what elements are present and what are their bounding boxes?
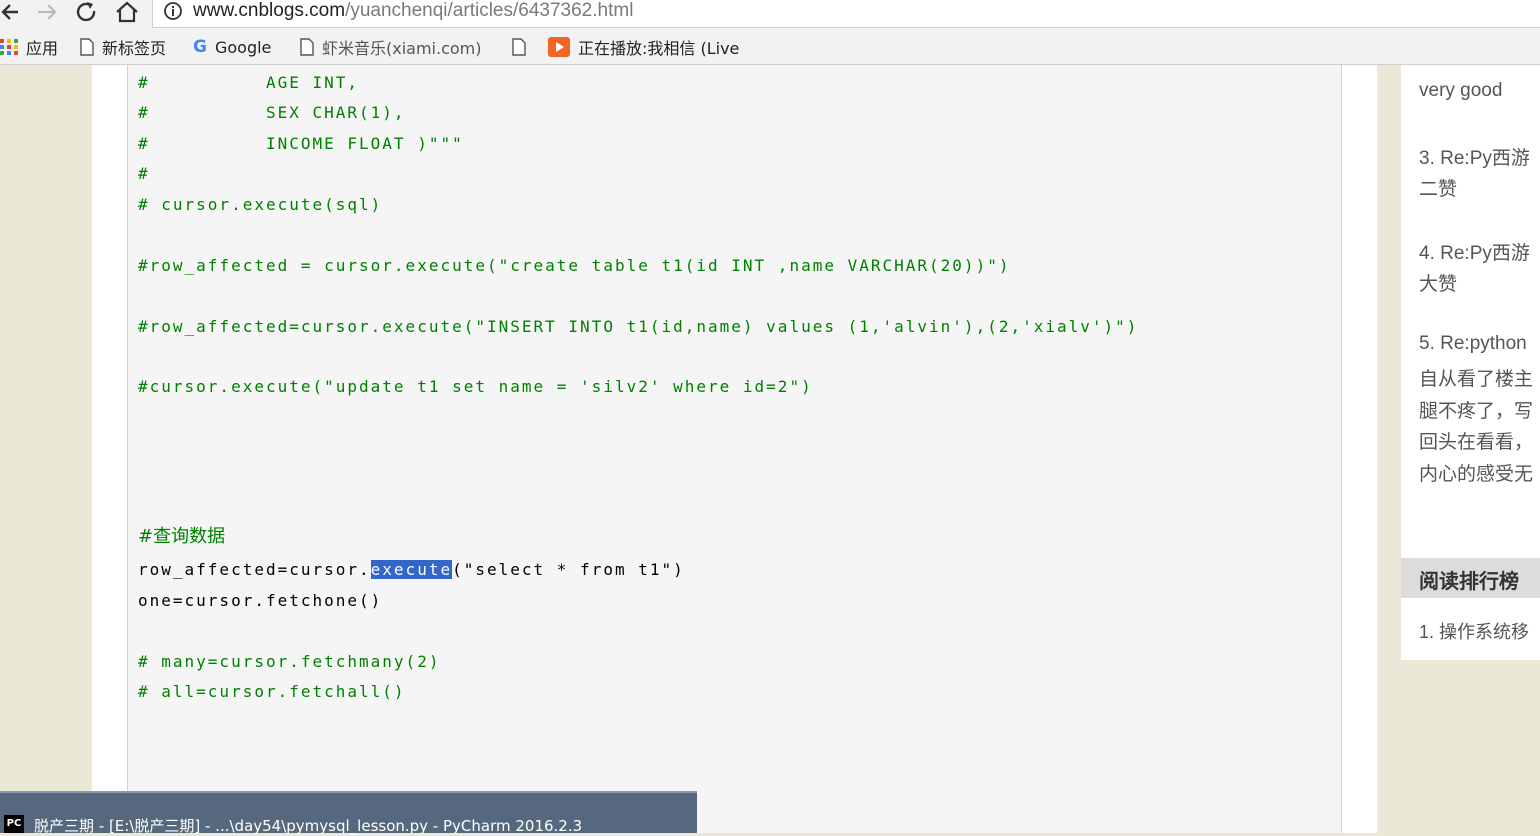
- arrow-right-icon: [38, 4, 57, 20]
- home-button[interactable]: [113, 0, 139, 26]
- bookmark-blank[interactable]: [512, 35, 534, 59]
- browser-toolbar: www.cnblogs.com/yuanchenqi/articles/6437…: [0, 0, 1540, 30]
- home-icon: [116, 1, 138, 23]
- comment-text: 内心的感受无: [1419, 464, 1534, 485]
- reload-button[interactable]: [74, 0, 100, 26]
- bookmark-label: 正在播放:我相信 (Live: [578, 39, 740, 58]
- comment-link[interactable]: 3. Re:Py西游: [1419, 143, 1530, 170]
- code-line: #row_affected = cursor.execute("create t…: [138, 256, 1011, 275]
- pycharm-icon: PC: [4, 815, 24, 833]
- code-line: #: [138, 164, 150, 183]
- bookmark-label: 应用: [26, 39, 59, 58]
- code-line: # cursor.execute(sql): [138, 195, 383, 214]
- left-margin: [0, 65, 92, 833]
- page-icon: [80, 38, 94, 56]
- comment-link[interactable]: 5. Re:python: [1419, 333, 1527, 355]
- sidebar-recent-comments: very good 3. Re:Py西游 二赞 4. Re:Py西游 大赞 5.…: [1401, 65, 1540, 660]
- rank-item[interactable]: 1. 操作系统移: [1419, 618, 1529, 644]
- code-line: # INCOME FLOAT )""": [138, 134, 464, 153]
- code-line: # all=cursor.fetchall(): [138, 682, 406, 701]
- rank-header: 阅读排行榜: [1401, 558, 1540, 598]
- url-host: www.cnblogs.com: [193, 0, 346, 21]
- comment-text: 二赞: [1419, 179, 1458, 200]
- right-margin: [1377, 65, 1401, 833]
- code-line-query: row_affected=cursor.execute("select * fr…: [138, 560, 685, 580]
- code-line: #cursor.execute("update t1 set name = 's…: [138, 377, 813, 396]
- arrow-left-icon: [1, 4, 18, 20]
- bookmark-label: 新标签页: [102, 39, 167, 58]
- google-icon: G: [193, 37, 207, 57]
- code-line: one=cursor.fetchone(): [138, 591, 383, 610]
- bookmark-label: Google: [214, 37, 272, 57]
- comment-text: 回头在看看，: [1419, 432, 1534, 453]
- code-block: # AGE INT, # SEX CHAR(1), # INCOME FLOAT…: [127, 65, 1342, 833]
- apps-grid-icon: [0, 39, 18, 55]
- bookmark-google[interactable]: G Google: [193, 35, 271, 59]
- play-icon: [548, 37, 570, 57]
- bookmark-label: 虾米音乐(xiami.com): [322, 39, 482, 58]
- comment-text: 自从看了楼主: [1419, 369, 1534, 390]
- bookmark-newtab[interactable]: 新标签页: [80, 35, 166, 59]
- code-line: # SEX CHAR(1),: [138, 103, 406, 122]
- bookmark-now-playing[interactable]: 正在播放:我相信 (Live: [548, 35, 739, 59]
- comment-link[interactable]: 4. Re:Py西游: [1419, 238, 1530, 265]
- code-line: # AGE INT,: [138, 73, 360, 92]
- back-button[interactable]: [0, 0, 26, 26]
- bookmarks-bar: 应用 新标签页 G Google 虾米音乐(xiami.com) 正在播放:我相…: [0, 30, 1540, 65]
- bookmark-apps[interactable]: 应用: [0, 35, 58, 59]
- forward-button[interactable]: [36, 0, 62, 26]
- reload-icon: [76, 2, 96, 22]
- comment-text: very good: [1419, 80, 1503, 101]
- code-line: # many=cursor.fetchmany(2): [138, 652, 441, 671]
- code-line: #row_affected=cursor.execute("INSERT INT…: [138, 317, 1139, 336]
- comment-text: 大赞: [1419, 274, 1458, 295]
- article-body: # AGE INT, # SEX CHAR(1), # INCOME FLOAT…: [92, 65, 1377, 833]
- address-bar[interactable]: www.cnblogs.com/yuanchenqi/articles/6437…: [152, 0, 1540, 28]
- code-segment: ("select * from t1"): [452, 560, 685, 579]
- rank-title: 阅读排行榜: [1419, 569, 1519, 593]
- selected-text[interactable]: execute: [370, 560, 453, 579]
- taskbar-window-item[interactable]: PC 脱产三期 - [E:\脱产三期] - ...\day54\pymysql_…: [0, 791, 697, 835]
- comment-text: 腿不疼了，写: [1419, 401, 1534, 422]
- code-segment: row_affected=cursor.: [138, 560, 371, 579]
- web-page: # AGE INT, # SEX CHAR(1), # INCOME FLOAT…: [0, 65, 1540, 833]
- bookmark-xiami[interactable]: 虾米音乐(xiami.com): [300, 35, 482, 59]
- page-icon: [300, 38, 314, 56]
- page-icon: [512, 38, 526, 56]
- url-path: /yuanchenqi/articles/6437362.html: [345, 0, 634, 21]
- code-comment-heading: #查询数据: [138, 526, 226, 547]
- url-text: www.cnblogs.com/yuanchenqi/articles/6437…: [193, 0, 633, 23]
- info-icon[interactable]: [163, 1, 183, 25]
